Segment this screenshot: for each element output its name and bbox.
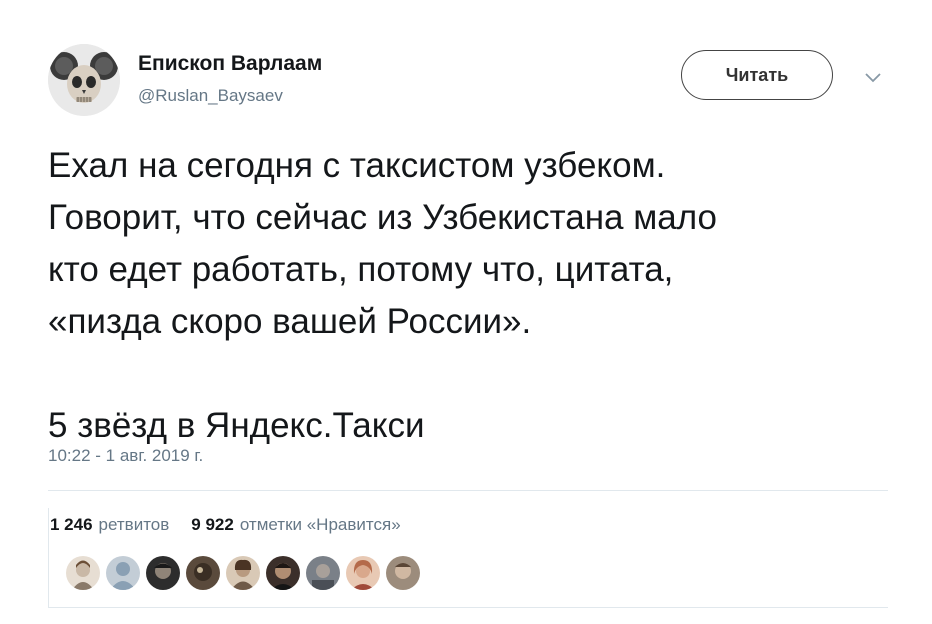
tweet-text: Ехал на сегодня с таксистом узбеком. Гов… — [48, 140, 908, 452]
liker-avatar-8-icon — [346, 556, 380, 590]
retweet-count-number: 1 246 — [50, 515, 93, 534]
tweet-text-line: кто едет работать, потому что, цитата, — [48, 250, 674, 289]
liker-avatar[interactable] — [306, 556, 340, 590]
tweet-card: Епископ Варлаам @Ruslan_Baysaev Читать Е… — [0, 0, 932, 624]
tweet-timestamp[interactable]: 10:22 - 1 авг. 2019 г. — [48, 446, 203, 466]
tweet-text-line: «пизда скоро вашей России». — [48, 302, 532, 341]
like-count[interactable]: 9 922 отметки «Нравится» — [191, 515, 400, 535]
liker-avatar-2-default-icon — [106, 556, 140, 590]
liker-avatar-5-icon — [226, 556, 260, 590]
liker-avatar[interactable] — [66, 556, 100, 590]
author-avatar[interactable] — [48, 44, 120, 116]
divider — [48, 490, 888, 491]
liker-avatars — [66, 556, 426, 590]
divider — [48, 607, 888, 608]
author-name[interactable]: Епископ Варлаам — [138, 52, 322, 76]
liker-avatar[interactable] — [386, 556, 420, 590]
divider-vertical — [48, 508, 49, 607]
tweet-text-footer-line: 5 звёзд в Яндекс.Такси — [48, 406, 425, 445]
liker-avatar[interactable] — [266, 556, 300, 590]
retweet-count-label: ретвитов — [98, 515, 170, 534]
liker-avatar-9-icon — [386, 556, 420, 590]
liker-avatar-6-icon — [266, 556, 300, 590]
liker-avatar-1-icon — [66, 556, 100, 590]
tweet-text-line: Говорит, что сейчас из Узбекистана мало — [48, 198, 718, 237]
liker-avatar[interactable] — [186, 556, 220, 590]
liker-avatar-4-icon — [186, 556, 220, 590]
skull-mouse-ears-avatar-icon — [48, 44, 120, 116]
liker-avatar-3-icon — [146, 556, 180, 590]
like-count-number: 9 922 — [191, 515, 234, 534]
tweet-text-line: Ехал на сегодня с таксистом узбеком. — [48, 146, 666, 185]
liker-avatar[interactable] — [146, 556, 180, 590]
liker-avatar[interactable] — [346, 556, 380, 590]
tweet-stats: 1 246 ретвитов 9 922 отметки «Нравится» — [50, 515, 423, 535]
liker-avatar[interactable] — [226, 556, 260, 590]
retweet-count[interactable]: 1 246 ретвитов — [50, 515, 169, 535]
like-count-label: отметки «Нравится» — [239, 515, 401, 534]
liker-avatar-7-icon — [306, 556, 340, 590]
author-handle[interactable]: @Ruslan_Baysaev — [138, 86, 283, 106]
follow-button[interactable]: Читать — [681, 50, 833, 100]
liker-avatar[interactable] — [106, 556, 140, 590]
chevron-down-icon[interactable] — [862, 70, 884, 86]
